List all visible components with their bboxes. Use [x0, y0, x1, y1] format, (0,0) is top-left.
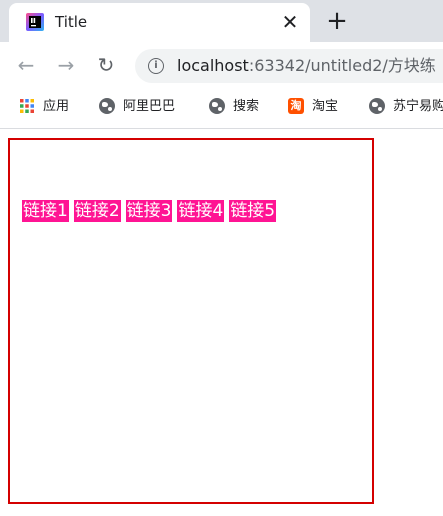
link-2[interactable]: 链接2 [73, 200, 121, 222]
bookmark-label: 应用 [43, 99, 70, 114]
page-content: 链接1 链接2 链接3 链接4 链接5 [0, 129, 443, 516]
tab-close-icon[interactable]: ✕ [280, 12, 300, 32]
globe-icon [209, 97, 225, 114]
bookmark-alibaba[interactable]: 阿里巴巴 [99, 96, 175, 118]
bookmark-apps[interactable]: 应用 [19, 96, 69, 118]
bookmark-label: 淘宝 [312, 99, 339, 114]
browser-toolbar: ← → ↻ i localhost:63342/untitled2/方块练 [0, 42, 443, 88]
bookmark-label: 搜索 [233, 99, 260, 114]
apps-grid-icon [20, 98, 34, 113]
tab-title: Title [55, 13, 88, 31]
forward-arrow-icon[interactable]: → [54, 53, 78, 77]
globe-icon [99, 97, 115, 114]
url-host: localhost [177, 56, 249, 75]
link-5[interactable]: 链接5 [229, 200, 277, 222]
jetbrains-favicon-icon [26, 13, 44, 31]
bookmarks-bar: 应用 阿里巴巴 搜索 淘淘宝 苏宁易购 [0, 88, 443, 129]
address-bar[interactable]: i localhost:63342/untitled2/方块练 [135, 49, 443, 83]
bookmark-taobao[interactable]: 淘淘宝 [288, 96, 338, 118]
back-arrow-icon[interactable]: ← [14, 53, 38, 77]
site-info-icon[interactable]: i [148, 58, 164, 74]
browser-chrome: Title ✕ + ← → ↻ i localhost:63342/untitl… [0, 0, 443, 129]
active-tab[interactable]: Title ✕ [9, 3, 310, 42]
link-1[interactable]: 链接1 [22, 200, 69, 222]
url-path: :63342/untitled2/方块练 [248, 56, 436, 75]
reload-icon[interactable]: ↻ [94, 53, 118, 77]
url-text[interactable]: localhost:63342/untitled2/方块练 [177, 56, 436, 76]
link-3[interactable]: 链接3 [125, 200, 173, 222]
link-row: 链接1 链接2 链接3 链接4 链接5 [22, 200, 281, 222]
bookmark-label: 阿里巴巴 [123, 99, 176, 114]
new-tab-icon[interactable]: + [324, 8, 350, 35]
tab-strip: Title ✕ + [0, 0, 443, 42]
globe-icon [369, 97, 385, 114]
bookmark-search[interactable]: 搜索 [209, 96, 259, 118]
taobao-icon: 淘 [288, 97, 304, 114]
link-4[interactable]: 链接4 [177, 200, 225, 222]
bordered-box: 链接1 链接2 链接3 链接4 链接5 [8, 138, 374, 504]
bookmark-label: 苏宁易购 [393, 99, 443, 114]
bookmark-suning[interactable]: 苏宁易购 [369, 96, 443, 118]
